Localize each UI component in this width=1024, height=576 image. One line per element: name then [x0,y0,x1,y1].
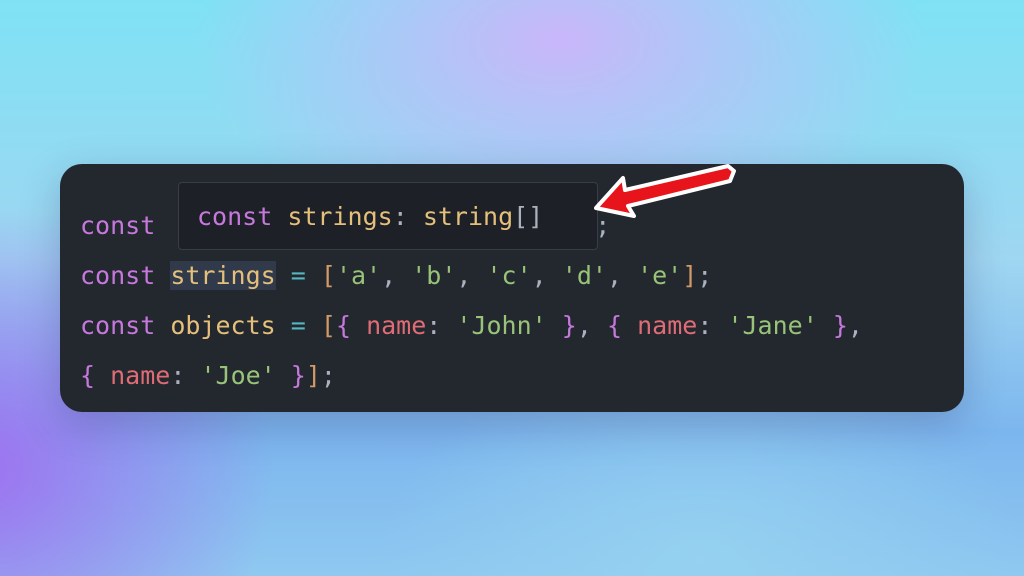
object-open-brace: { [335,311,351,340]
code-line-3: const objects = [{ name: 'John' }, { nam… [80,301,863,351]
variable-objects: objects [170,311,276,340]
object-close-brace: } [561,311,577,340]
semicolon: ; [320,361,336,390]
string-literal: 'John' [456,311,547,340]
keyword: const [197,202,273,231]
object-close-brace: } [290,361,306,390]
comma: , [847,311,863,340]
variable-strings-highlighted[interactable]: strings [170,261,276,290]
array-open-bracket: [ [320,311,336,340]
comma: , [606,261,622,290]
hover-type-tooltip: const strings: string[] [178,182,598,250]
comma: , [381,261,397,290]
object-close-brace: } [832,311,848,340]
tooltip-type: string [422,202,514,231]
assign-operator: = [290,311,306,340]
string-literal: 'Joe' [200,361,276,390]
keyword: const [80,211,156,240]
property-name: name [637,311,698,340]
array-open-bracket: [ [320,261,336,290]
comma: , [576,311,592,340]
colon: : [170,361,186,390]
colon: : [426,311,442,340]
comma: , [456,261,472,290]
tooltip-variable-name: strings [287,202,393,231]
keyword: const [80,311,156,340]
code-line-4: { name: 'Joe' }]; [80,351,336,401]
red-arrow-icon [594,164,736,218]
object-open-brace: { [606,311,623,340]
comma: , [531,261,547,290]
string-literal: 'd' [561,261,607,290]
tooltip-text: const strings: string[] [197,192,543,242]
property-name: name [110,361,171,390]
string-literal: 'b' [411,261,457,290]
string-literal: 'c' [486,261,532,290]
array-close-bracket: ] [305,361,321,390]
string-literal: 'e' [637,261,683,290]
property-name: name [366,311,427,340]
code-line-2[interactable]: const strings = ['a', 'b', 'c', 'd', 'e'… [80,251,712,301]
semicolon: ; [697,261,713,290]
string-literal: 'a' [335,261,382,290]
string-literal: 'Jane' [727,311,818,340]
colon: : [697,311,713,340]
array-close-bracket: ] [682,261,698,290]
assign-operator: = [290,261,306,290]
object-open-brace: { [80,361,96,390]
keyword: const [80,261,156,290]
colon: : [392,202,408,231]
tooltip-array-brackets: [] [513,202,544,231]
